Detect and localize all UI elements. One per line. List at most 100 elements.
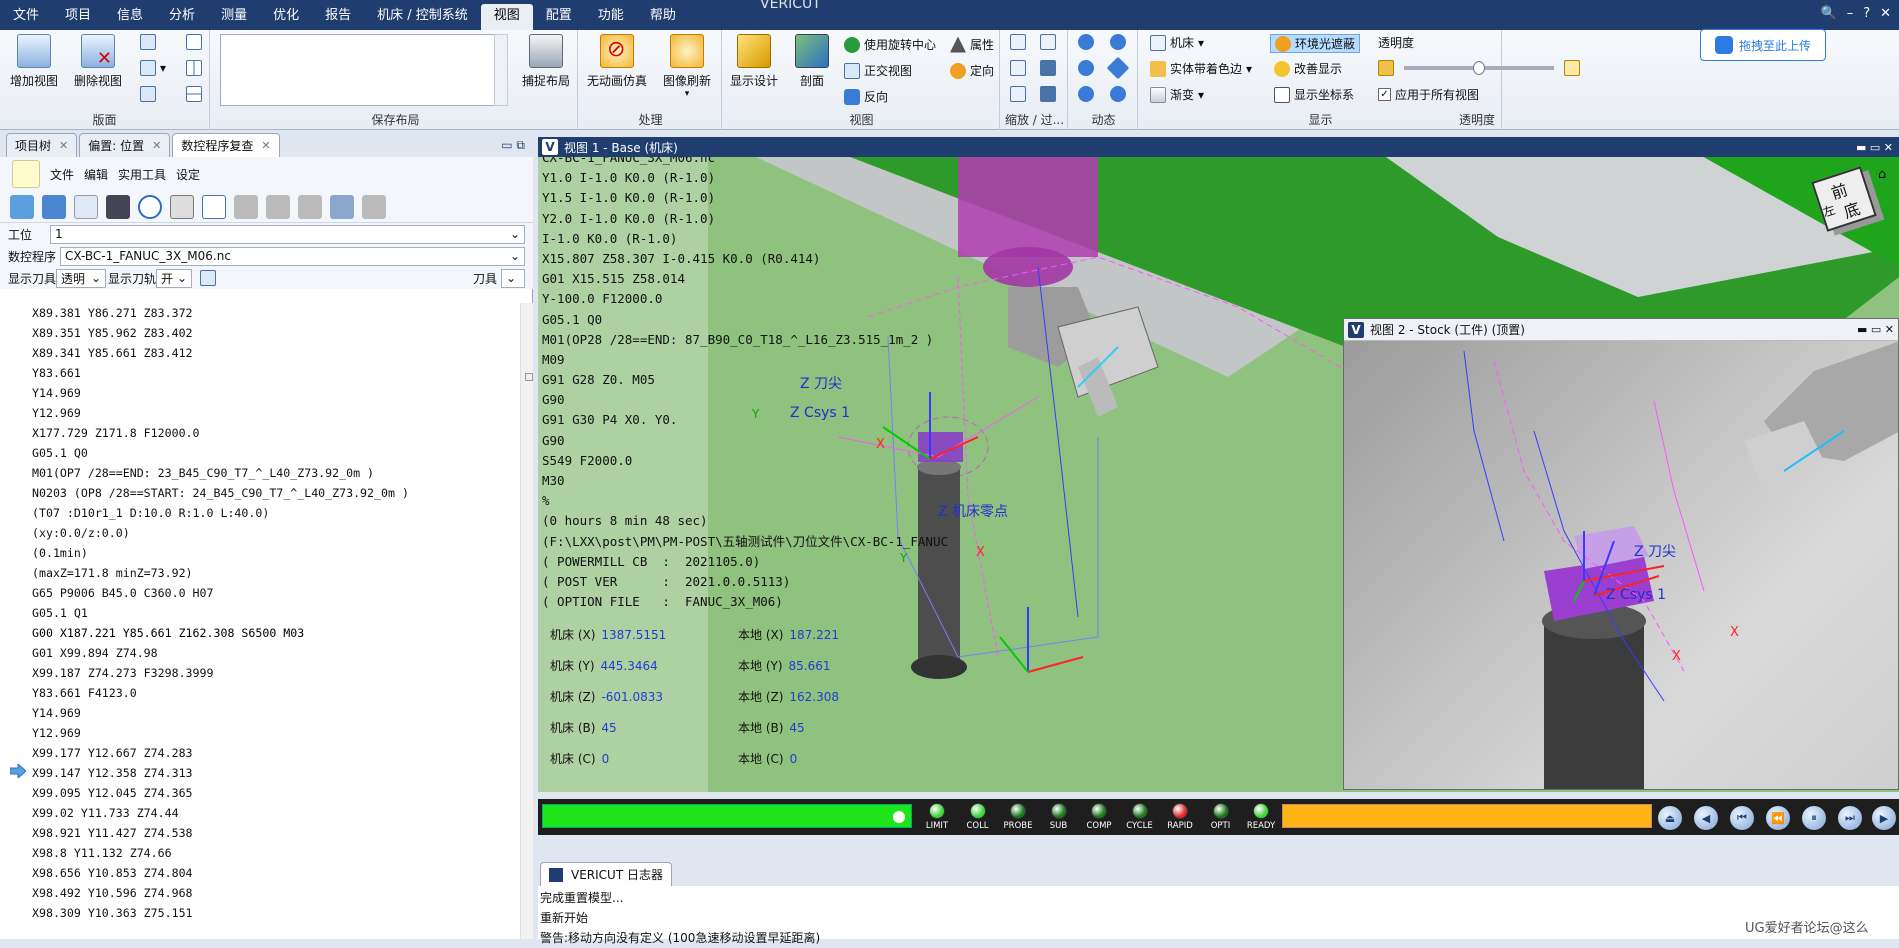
delete-view-button[interactable]: ✕ 删除视图 [68,34,128,89]
step-icon[interactable] [10,194,34,219]
show-tool-select[interactable]: 透明 ⌄ [56,268,107,288]
layout-hsplit-button[interactable] [186,86,202,102]
play-button[interactable]: ▶ [1872,806,1896,830]
view-window-controls[interactable]: ▬ ▭ ✕ [1857,323,1894,336]
zoom-out-button[interactable] [1010,86,1026,102]
tab-nc-review[interactable]: 数控程序复查 ✕ [172,133,280,157]
nc-line[interactable]: Y14.969 [0,703,520,723]
transparency-slider[interactable] [1404,61,1554,75]
station-select[interactable]: 1 ⌄ [50,224,525,244]
nc-line[interactable]: G01 X99.894 Z74.98 [0,643,520,663]
show-path-select[interactable]: 开 ⌄ [156,268,193,288]
nc-line[interactable]: M01(OP7 /28==END: 23_B45_C90_T7_^_L40_Z7… [0,463,520,483]
status-led-ready[interactable]: READY [1241,803,1281,831]
status-led-coll[interactable]: COLL [958,803,998,831]
status-led-probe[interactable]: PROBE [998,803,1038,831]
view2-stock-viewport[interactable]: V 视图 2 - Stock (工件) (顶置) ▬ ▭ ✕ Z 刀尖 Z Cs… [1343,318,1899,790]
menu-optimize[interactable]: 优化 [260,4,312,30]
nc-line[interactable]: Y83.661 F4123.0 [0,683,520,703]
nc-line[interactable]: X89.381 Y86.271 Z83.372 [0,303,520,323]
help-icon[interactable]: ? [1863,6,1870,21]
section-button[interactable]: 剖面 [782,34,842,89]
menu-machine-control[interactable]: 机床 / 控制系统 [364,4,481,30]
add-view-button[interactable]: 增加视图 [4,34,64,89]
view-window-controls[interactable]: ▬ ▭ ✕ [1856,141,1893,154]
dyn-move-button[interactable] [1106,56,1130,80]
nc-line[interactable]: X89.351 Y85.962 Z83.402 [0,323,520,343]
tab-offset-position[interactable]: 偏置: 位置 ✕ [79,133,171,157]
orient-button[interactable]: 定向 [950,62,994,79]
status-led-comp[interactable]: COMP [1079,803,1119,831]
program-select[interactable]: CX-BC-1_FANUC_3X_M06.nc ⌄ [60,246,525,266]
gradient-dropdown[interactable]: 渐变 ▾ [1150,86,1204,103]
tool-select[interactable]: ⌄ [501,268,525,288]
nc-file-icon[interactable] [42,194,66,219]
nc-line[interactable]: N0203 (OP8 /28==START: 24_B45_C90_T7_^_L… [0,483,520,503]
layout-tile-button[interactable] [140,34,156,50]
comment-next-icon[interactable] [298,194,322,219]
nc-export-icon[interactable] [330,194,354,219]
zoom-all-button[interactable] [1040,60,1056,76]
menu-measure[interactable]: 测量 [208,4,260,30]
menu-report[interactable]: 报告 [312,4,364,30]
play-to-end-button[interactable]: ⏭ [1838,806,1862,830]
status-led-rapid[interactable]: RAPID [1160,803,1200,831]
menu-help[interactable]: 帮助 [637,4,689,30]
nc-line[interactable]: Y12.969 [0,403,520,423]
show-coords-button[interactable]: 显示坐标系 [1274,86,1354,103]
menu-view[interactable]: 视图 [480,4,533,30]
layout-stack-button[interactable] [140,86,156,102]
properties-button[interactable]: 属性 [950,36,994,53]
nc-line[interactable]: X98.492 Y10.596 Z74.968 [0,883,520,903]
pencil-icon[interactable] [12,160,40,188]
zoom-box-button[interactable] [1040,34,1056,50]
close-icon[interactable]: ✕ [59,139,68,152]
close-icon[interactable]: ✕ [1880,6,1891,21]
undo-icon[interactable] [138,194,162,219]
rewind-button[interactable]: ⏮ [1730,806,1754,830]
menu-file[interactable]: 文件 [0,4,52,30]
nc-list-scrollbar[interactable] [520,303,533,939]
nc-line[interactable]: X98.656 Y10.853 Z74.804 [0,863,520,883]
comment-icon[interactable] [234,194,258,219]
tab-vericut-logger[interactable]: VERICUT 日志器 [540,862,672,886]
upload-button[interactable]: 拖拽至此上传 [1700,29,1826,61]
apply-all-checkbox[interactable]: ✓ 应用于所有视图 [1378,86,1479,103]
search-icon[interactable]: 🔍 [1821,6,1837,21]
menu-settings[interactable]: 设定 [176,166,200,183]
dyn-spin-button[interactable] [1110,34,1126,50]
no-anim-button[interactable]: ⊘ 无动画仿真 [584,34,650,89]
nc-line[interactable]: G05.1 Q0 [0,443,520,463]
menu-function[interactable]: 功能 [585,4,637,30]
print-icon[interactable] [170,194,194,219]
menu-info[interactable]: 信息 [104,4,156,30]
capture-layout-button[interactable]: 捕捉布局 [516,34,576,89]
menu-config[interactable]: 配置 [533,4,585,30]
nc-line[interactable]: X99.147 Y12.358 Z74.313 [0,763,520,783]
checklist-icon[interactable] [74,194,98,219]
menu-edit[interactable]: 编辑 [84,166,108,183]
step-back-button[interactable]: ◀ [1694,806,1718,830]
progress-knob[interactable] [893,811,905,823]
binoculars-icon[interactable] [106,194,130,219]
machine-dropdown[interactable]: 机床 ▾ [1150,34,1204,51]
minimize-icon[interactable]: – [1847,6,1854,21]
nc-line[interactable]: X99.095 Y12.045 Z74.365 [0,783,520,803]
nc-line[interactable]: X98.921 Y11.427 Z74.538 [0,823,520,843]
nc-line[interactable]: Y14.969 [0,383,520,403]
status-led-opti[interactable]: OPTI [1201,803,1241,831]
nc-line[interactable]: X99.177 Y12.667 Z74.283 [0,743,520,763]
zoom-fit-button[interactable] [1010,34,1026,50]
nc-line[interactable]: X89.341 Y85.661 Z83.412 [0,343,520,363]
zoom-in-button[interactable] [1010,60,1026,76]
improve-display-button[interactable]: 改善显示 [1274,60,1342,77]
ortho-view-button[interactable]: 正交视图 [844,62,912,79]
image-refresh-button[interactable]: 图像刷新 ▾ [654,34,720,99]
saved-layout-scrollbar[interactable] [494,34,508,106]
nc-line[interactable]: X99.187 Z74.273 F3298.3999 [0,663,520,683]
layout-vsplit-button[interactable] [186,60,202,76]
rotate-center-button[interactable]: 使用旋转中心 [844,36,936,53]
tab-project-tree[interactable]: 项目树 ✕ [6,133,78,157]
nc-line[interactable]: X98.8 Y11.132 Z74.66 [0,843,520,863]
slider-thumb[interactable] [1473,61,1485,75]
